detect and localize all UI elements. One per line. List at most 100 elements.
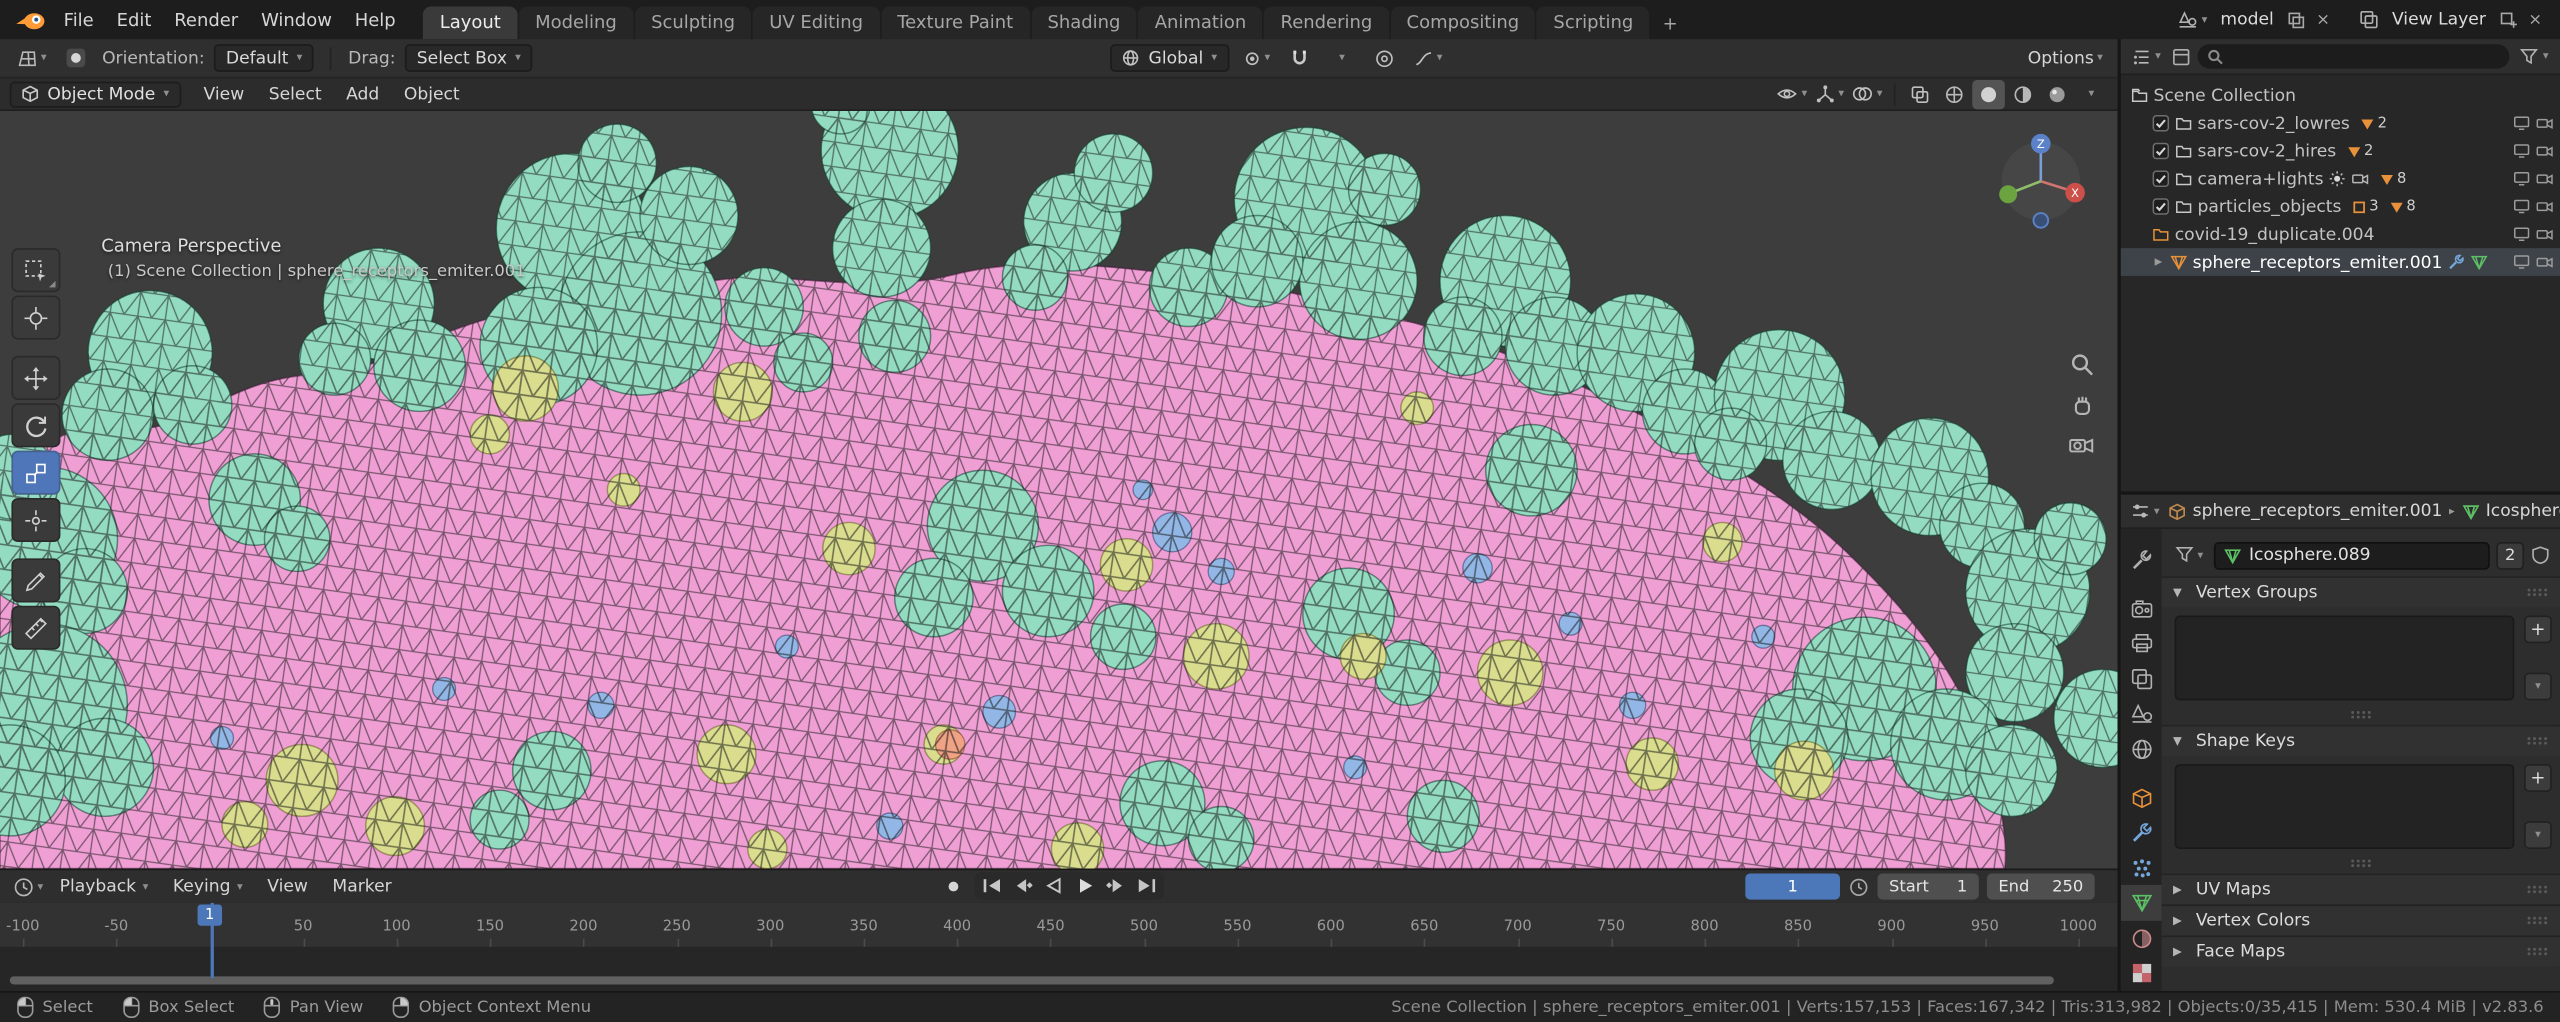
shading-settings-button[interactable]: ▾: [2075, 79, 2108, 108]
properties-tab-material[interactable]: [2121, 921, 2162, 956]
outliner-editor-type-button[interactable]: ▾: [2129, 42, 2164, 71]
empty-list-box[interactable]: [2175, 764, 2515, 849]
gizmos-toggle-button[interactable]: ▾: [1812, 79, 1847, 108]
properties-tab-tool[interactable]: [2121, 542, 2162, 577]
topbar-menu[interactable]: Help: [343, 6, 407, 34]
properties-tab-texture[interactable]: [2121, 956, 2162, 991]
panel-resize-grip[interactable]: [2162, 854, 2560, 874]
breadcrumb-data[interactable]: Icosphere.089: [2486, 501, 2560, 521]
current-frame-field[interactable]: 1: [1745, 873, 1840, 899]
rotate-tool[interactable]: [11, 403, 60, 447]
timeline-scrollbar[interactable]: [10, 976, 2054, 984]
panel-header[interactable]: ▼Vertex Groups: [2162, 576, 2560, 607]
falloff-button[interactable]: ▾: [1411, 43, 1446, 72]
orientation-dropdown[interactable]: Default▾: [214, 44, 313, 72]
snap-toggle-button[interactable]: [1283, 43, 1316, 72]
monitor-icon[interactable]: [2513, 170, 2531, 188]
new-scene-button[interactable]: [2284, 9, 2308, 30]
outliner-item[interactable]: camera+lights8: [2121, 165, 2560, 193]
mesh-name-field[interactable]: Icosphere.089: [2213, 541, 2490, 569]
panel-header[interactable]: ▶Vertex Colors: [2162, 904, 2560, 935]
display-mode-icon[interactable]: [2171, 47, 2191, 67]
transform-tool[interactable]: [11, 498, 60, 542]
monitor-icon[interactable]: [2513, 142, 2531, 160]
workspace-tab[interactable]: Rendering: [1264, 7, 1388, 40]
panel-header[interactable]: ▶UV Maps: [2162, 873, 2560, 904]
monitor-icon[interactable]: [2513, 253, 2531, 271]
checkbox-icon[interactable]: [2152, 198, 2170, 216]
viewport-canvas[interactable]: Camera Perspective (1) Scene Collection …: [0, 111, 2118, 869]
workspace-tab[interactable]: Scripting: [1537, 7, 1650, 40]
measure-tool[interactable]: [11, 606, 60, 650]
annotate-tool[interactable]: [11, 558, 60, 602]
outliner-search[interactable]: [2197, 44, 2510, 68]
viewport-menu[interactable]: Select: [257, 81, 333, 107]
pivot-point-button[interactable]: ▾: [1238, 43, 1273, 72]
frame-end-field[interactable]: End250: [1987, 873, 2095, 899]
workspace-tab[interactable]: Modeling: [519, 7, 633, 40]
view-layer-browse-button[interactable]: [2356, 8, 2382, 31]
xray-toggle-button[interactable]: [1904, 79, 1937, 108]
camera-icon[interactable]: [2536, 253, 2554, 271]
object-visibility-button[interactable]: ▾: [1774, 79, 1811, 108]
outliner-item[interactable]: Scene Collection: [2121, 82, 2560, 110]
checkbox-icon[interactable]: [2152, 142, 2170, 160]
shading-solid-button[interactable]: [1972, 79, 2005, 108]
outliner-item[interactable]: covid-19_duplicate.004: [2121, 220, 2560, 248]
workspace-tab[interactable]: Texture Paint: [881, 7, 1030, 40]
properties-tab-view-layer[interactable]: [2121, 661, 2162, 696]
play-reverse-button[interactable]: [1038, 873, 1069, 897]
add-item-button[interactable]: +: [2524, 616, 2552, 644]
timeline-menu[interactable]: Playback▾: [48, 873, 160, 899]
topbar-menu[interactable]: File: [52, 6, 105, 34]
editor-type-button[interactable]: ▾: [11, 43, 49, 72]
panel-grip-icon[interactable]: [2526, 911, 2549, 931]
transform-orientation-dropdown[interactable]: Global▾: [1111, 44, 1229, 72]
outliner-search-input[interactable]: [2229, 47, 2500, 65]
frame-start-field[interactable]: Start1: [1878, 873, 1979, 899]
properties-tab-world[interactable]: [2121, 731, 2162, 766]
proportional-editing-button[interactable]: [1368, 43, 1401, 72]
topbar-menu[interactable]: Window: [250, 6, 344, 34]
add-workspace-button[interactable]: +: [1651, 8, 1689, 39]
shading-wireframe-button[interactable]: [1938, 79, 1971, 108]
properties-tab-data[interactable]: [2121, 886, 2162, 921]
active-tool-button[interactable]: [60, 43, 93, 72]
mode-dropdown[interactable]: Object Mode▾: [10, 81, 181, 107]
snap-settings-button[interactable]: ▾: [1326, 43, 1359, 72]
workspace-tab[interactable]: Layout: [423, 7, 517, 40]
fake-user-shield-icon[interactable]: [2531, 545, 2551, 565]
scene-name[interactable]: model: [2215, 10, 2278, 30]
add-item-button[interactable]: +: [2524, 764, 2552, 792]
topbar-menu[interactable]: Render: [163, 6, 250, 34]
timeline-menu[interactable]: Keying▾: [161, 873, 254, 899]
viewport-menu[interactable]: Object: [392, 81, 471, 107]
camera-icon[interactable]: [2536, 225, 2554, 243]
monitor-icon[interactable]: [2513, 198, 2531, 216]
checkbox-icon[interactable]: [2152, 170, 2170, 188]
jump-to-end-button[interactable]: [1131, 873, 1162, 897]
breadcrumb-object[interactable]: sphere_receptors_emiter.001: [2193, 501, 2443, 521]
properties-tab-scene[interactable]: [2121, 696, 2162, 731]
monitor-icon[interactable]: [2513, 225, 2531, 243]
record-button[interactable]: [937, 873, 968, 897]
properties-tab-render[interactable]: [2121, 591, 2162, 626]
properties-tab-particles[interactable]: [2121, 851, 2162, 886]
camera-icon[interactable]: [2536, 170, 2554, 188]
zoom-icon[interactable]: [2069, 353, 2093, 377]
camera-icon[interactable]: [2536, 198, 2554, 216]
properties-tab-output[interactable]: [2121, 626, 2162, 661]
playhead-frame-chip[interactable]: 1: [197, 904, 223, 925]
select-box-tool[interactable]: [11, 248, 60, 292]
timeline-ruler[interactable]: -100-50501001502002503003504004505005506…: [0, 903, 2118, 947]
users-count-button[interactable]: 2: [2496, 541, 2524, 569]
view-layer-name[interactable]: View Layer: [2387, 10, 2491, 30]
move-tool[interactable]: [11, 356, 60, 400]
panel-grip-icon[interactable]: [2526, 880, 2549, 900]
scene-browse-button[interactable]: ▾: [2175, 8, 2210, 31]
checkbox-icon[interactable]: [2152, 114, 2170, 132]
cursor-tool[interactable]: [11, 296, 60, 340]
workspace-tab[interactable]: Sculpting: [635, 7, 752, 40]
workspace-tab[interactable]: Shading: [1031, 7, 1137, 40]
shading-rendered-button[interactable]: [2041, 79, 2074, 108]
